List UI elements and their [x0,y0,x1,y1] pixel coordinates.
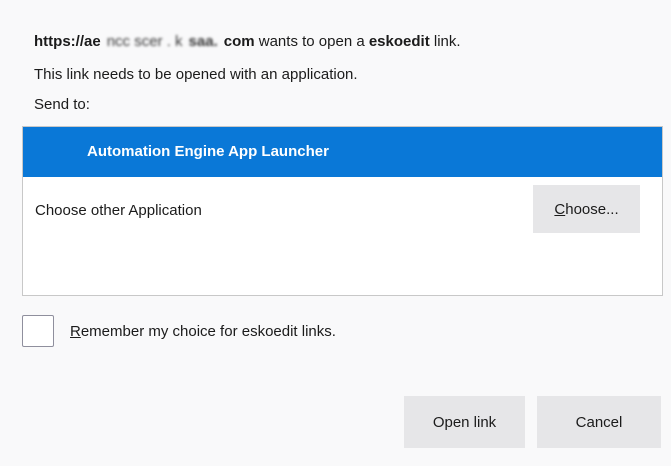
url-start: https://ae [34,33,101,50]
choose-rest: hoose... [565,200,619,218]
app-item-choose-other[interactable]: Choose other Application Choose... [23,177,662,245]
remember-rest: emember my choice for eskoedit links. [80,322,336,340]
scheme-name: eskoedit [368,33,430,50]
choose-accel: C [554,200,566,218]
cancel-button[interactable]: Cancel [537,396,661,448]
open-link-button[interactable]: Open link [404,396,525,448]
remember-label[interactable]: Remember my choice for eskoedit links. [70,323,336,340]
remember-accel: R [70,322,81,340]
link-text: link. [429,33,461,50]
app-item-automation-engine[interactable]: Automation Engine App Launcher [23,127,662,177]
url-mid: saa. [188,33,218,50]
application-list[interactable]: Automation Engine App Launcher Choose ot… [22,126,663,296]
choose-other-label: Choose other Application [35,202,202,219]
remember-checkbox[interactable] [22,315,54,347]
open-link-dialog: https://ae ncc scer . k saa. com wants to o… [0,0,671,466]
dialog-header: https://ae ncc scer . k saa. com wants to o… [34,33,461,50]
app-item-label: Automation Engine App Launcher [87,143,329,160]
send-to-label: Send to: [34,96,90,113]
url-end: com [223,33,255,50]
choose-button[interactable]: Choose... [533,185,640,233]
wants-text: wants to open a [254,33,369,50]
remember-choice-row: Remember my choice for eskoedit links. [22,314,336,348]
info-text: This link needs to be opened with an app… [34,66,358,83]
url-obscured: ncc scer . k [106,33,183,50]
